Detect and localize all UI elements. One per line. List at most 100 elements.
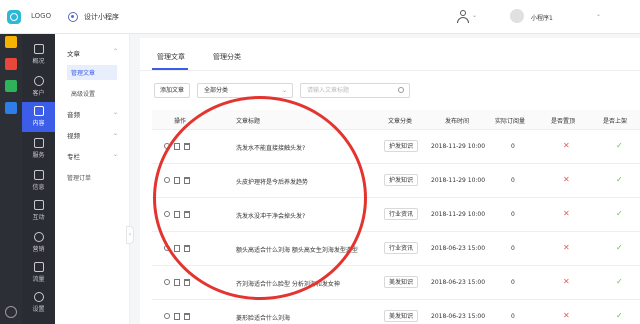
category-tag: 护发知识 bbox=[384, 174, 419, 186]
cross-icon[interactable]: ✕ bbox=[563, 277, 570, 286]
publish-time: 2018-11-29 10:00 bbox=[431, 143, 486, 150]
user-icon[interactable] bbox=[457, 10, 469, 24]
annotation-circle bbox=[153, 96, 367, 300]
submenu-item-manage-articles[interactable]: 管理文章 bbox=[67, 65, 117, 80]
search-input[interactable]: 请输入文章标题 bbox=[300, 83, 410, 98]
check-icon[interactable]: ✓ bbox=[616, 209, 623, 218]
chevron-down-icon[interactable]: ⌄ bbox=[113, 109, 118, 116]
check-icon[interactable]: ✓ bbox=[616, 141, 623, 150]
app-strip bbox=[0, 34, 22, 324]
column-header: 是否上架 bbox=[603, 118, 628, 125]
submenu-group-article[interactable]: 文章 bbox=[67, 48, 80, 58]
delete-icon[interactable] bbox=[184, 313, 190, 320]
check-icon[interactable]: ✓ bbox=[616, 277, 623, 286]
app-name[interactable]: 设计小程序 bbox=[84, 12, 119, 22]
tab-manage-articles[interactable]: 管理文章 bbox=[157, 52, 185, 62]
nav-content[interactable]: 内容 bbox=[22, 102, 55, 132]
row-actions bbox=[164, 278, 194, 288]
subscription-count: 0 bbox=[511, 177, 515, 184]
edit-icon[interactable] bbox=[174, 279, 180, 286]
wechat-icon[interactable] bbox=[5, 80, 17, 92]
column-header: 实际订阅量 bbox=[495, 118, 526, 125]
nav-customers[interactable]: 客户 bbox=[22, 72, 55, 102]
weibo-icon[interactable] bbox=[5, 58, 17, 70]
search-placeholder: 请输入文章标题 bbox=[307, 87, 350, 94]
column-header: 文章分类 bbox=[388, 118, 413, 125]
user-icon bbox=[33, 76, 44, 86]
subscription-count: 0 bbox=[511, 279, 515, 286]
article-title[interactable]: 菱形脸适合什么刘海 bbox=[236, 313, 290, 322]
cross-icon[interactable]: ✕ bbox=[563, 311, 570, 320]
column-header: 发布时间 bbox=[445, 118, 470, 125]
submenu-item-advanced[interactable]: 高级设置 bbox=[71, 89, 95, 98]
grid-icon bbox=[33, 138, 44, 148]
category-tag: 美发知识 bbox=[384, 276, 419, 288]
add-article-button[interactable]: 添加文章 bbox=[154, 83, 191, 98]
tab-manage-categories[interactable]: 管理分类 bbox=[213, 52, 241, 62]
check-icon[interactable]: ✓ bbox=[616, 311, 623, 320]
category-tag: 护发知识 bbox=[384, 140, 419, 152]
submenu-group-column[interactable]: 专栏 bbox=[67, 151, 80, 161]
message-icon bbox=[33, 170, 44, 180]
nav-interaction[interactable]: 互动 bbox=[22, 196, 55, 226]
publish-time: 2018-06-23 15:00 bbox=[431, 313, 486, 320]
cross-icon[interactable]: ✕ bbox=[563, 175, 570, 184]
subscription-count: 0 bbox=[511, 245, 515, 252]
interaction-icon bbox=[33, 200, 44, 210]
delete-icon[interactable] bbox=[184, 279, 190, 286]
check-icon[interactable]: ✓ bbox=[616, 175, 623, 184]
settings-icon[interactable] bbox=[5, 306, 17, 318]
chevron-down-icon[interactable]: ⌄ bbox=[596, 11, 601, 18]
edit-icon[interactable] bbox=[174, 313, 180, 320]
search-icon[interactable] bbox=[398, 87, 404, 93]
star-icon[interactable] bbox=[5, 36, 17, 48]
chevron-down-icon[interactable]: ⌄ bbox=[113, 151, 118, 158]
submenu-item-orders[interactable]: 管理订单 bbox=[67, 173, 91, 182]
publish-time: 2018-06-23 15:00 bbox=[431, 245, 486, 252]
category-tag: 美发知识 bbox=[384, 310, 419, 322]
top-header: LOGO 设计小程序 ⌄ 小程序1 ⌄ bbox=[0, 0, 640, 34]
submenu-group-audio[interactable]: 音频 bbox=[67, 109, 80, 119]
chevron-down-icon[interactable]: ⌄ bbox=[472, 12, 477, 19]
category-select[interactable]: 全部分类 ⌄ bbox=[197, 83, 293, 98]
category-tag: 行业资讯 bbox=[384, 208, 419, 220]
column-header: 是否置顶 bbox=[551, 118, 576, 125]
nav-overview[interactable]: 概况 bbox=[22, 40, 55, 70]
logo-icon bbox=[7, 10, 21, 24]
nav-messages[interactable]: 信息 bbox=[22, 166, 55, 196]
nav-settings[interactable]: 设置 bbox=[22, 288, 55, 318]
publish-time: 2018-11-29 10:00 bbox=[431, 177, 486, 184]
chevron-up-icon[interactable]: ⌃ bbox=[113, 48, 118, 55]
view-icon[interactable] bbox=[164, 313, 170, 319]
cross-icon[interactable]: ✕ bbox=[563, 141, 570, 150]
cross-icon[interactable]: ✕ bbox=[563, 243, 570, 252]
document-icon[interactable] bbox=[5, 102, 17, 114]
category-tag: 行业资讯 bbox=[384, 242, 419, 254]
publish-time: 2018-06-23 15:00 bbox=[431, 279, 486, 286]
chart-icon bbox=[33, 44, 44, 54]
table-row[interactable]: 菱形脸适合什么刘海 美发知识 2018-06-23 15:00 0 ✕ ✓ bbox=[152, 301, 640, 324]
subscription-count: 0 bbox=[511, 143, 515, 150]
nav-service[interactable]: 服务 bbox=[22, 134, 55, 164]
column-header: 操作 bbox=[174, 118, 187, 125]
marketing-icon bbox=[33, 232, 44, 242]
avatar[interactable] bbox=[510, 9, 524, 23]
cross-icon[interactable]: ✕ bbox=[563, 209, 570, 218]
row-actions bbox=[164, 312, 194, 322]
gear-icon bbox=[33, 292, 44, 302]
collapse-sidebar-button[interactable]: ‹ bbox=[126, 226, 134, 244]
nav-traffic[interactable]: 流量 bbox=[22, 258, 55, 288]
check-icon[interactable]: ✓ bbox=[616, 243, 623, 252]
logo-text: LOGO bbox=[31, 12, 52, 20]
view-icon[interactable] bbox=[164, 279, 170, 285]
main-nav: 概况 客户 内容 服务 信息 互动 营销 流量 设置 bbox=[22, 34, 55, 324]
subscription-count: 0 bbox=[511, 211, 515, 218]
submenu-group-video[interactable]: 视频 bbox=[67, 130, 80, 140]
sub-menu: 文章 ⌃ 管理文章 高级设置 音频 ⌄ 视频 ⌄ 专栏 ⌄ 管理订单 bbox=[55, 34, 130, 324]
divider bbox=[140, 70, 640, 71]
account-name[interactable]: 小程序1 bbox=[531, 13, 553, 22]
nav-marketing[interactable]: 营销 bbox=[22, 228, 55, 258]
chevron-down-icon[interactable]: ⌄ bbox=[113, 130, 118, 137]
chevron-down-icon: ⌄ bbox=[281, 87, 287, 94]
category-select-value: 全部分类 bbox=[204, 87, 229, 94]
